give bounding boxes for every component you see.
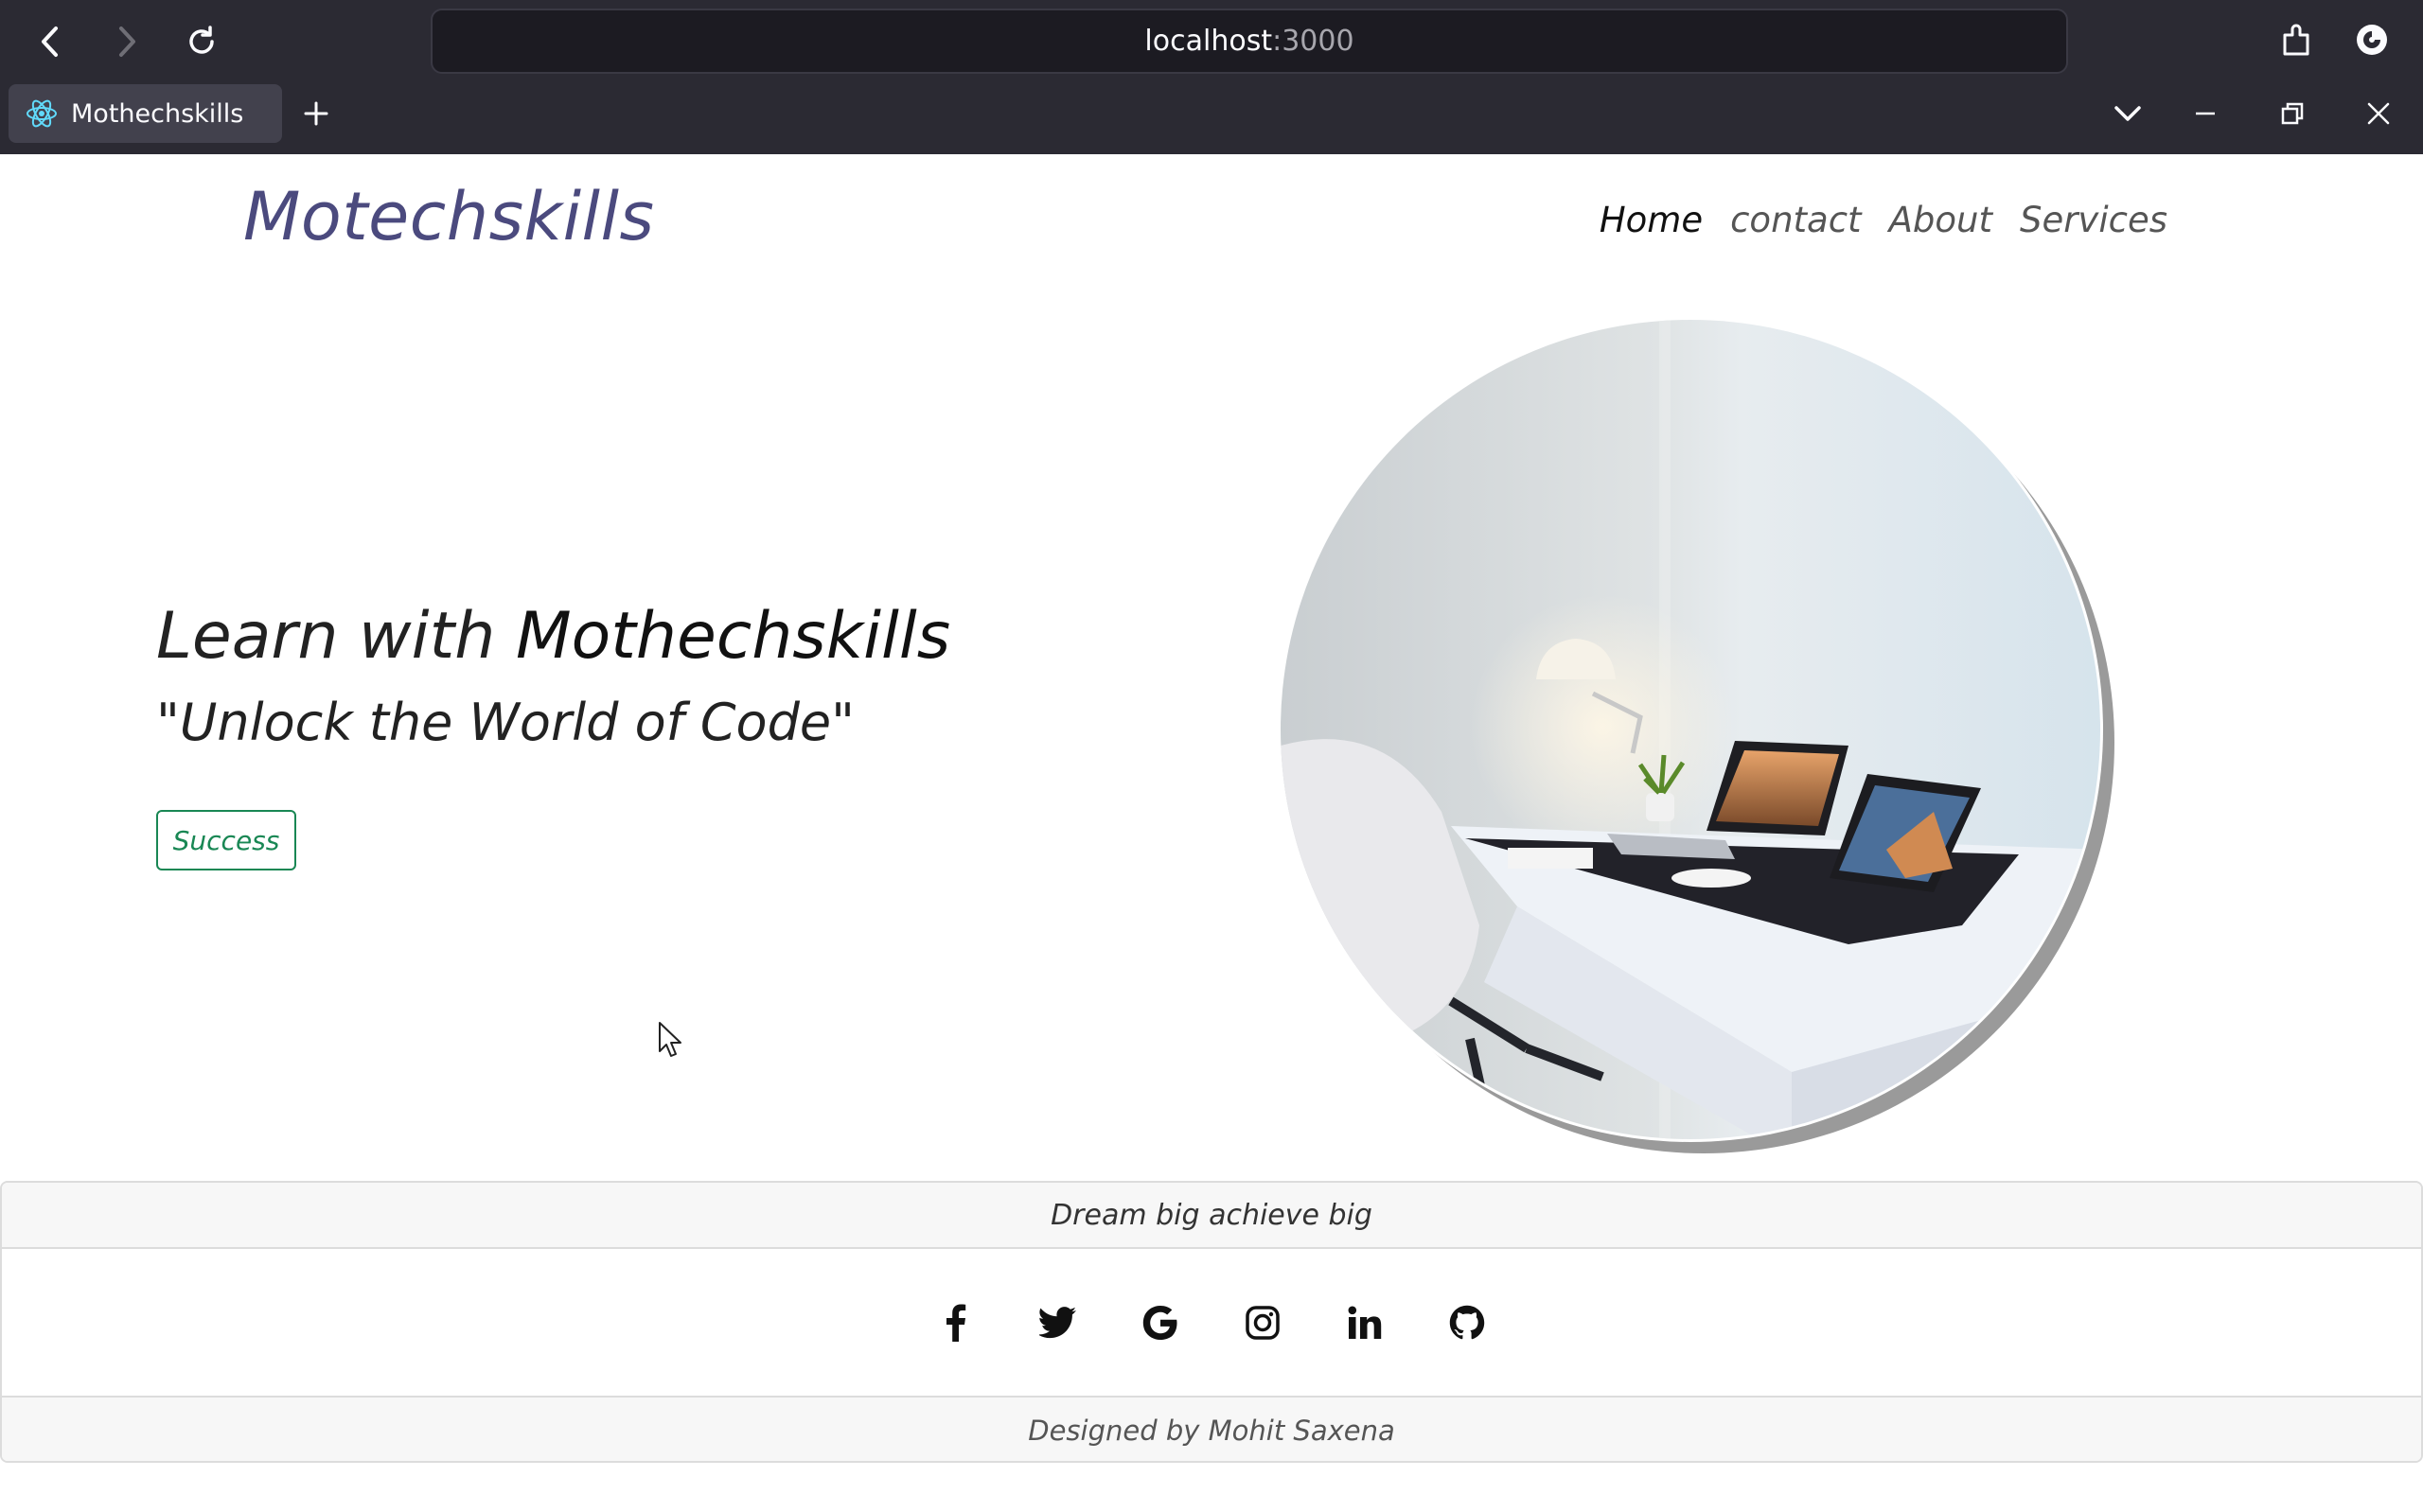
facebook-link[interactable]: [932, 1299, 980, 1346]
url-host: localhost: [1144, 25, 1273, 58]
instagram-link[interactable]: [1239, 1299, 1286, 1346]
forward-icon: [119, 26, 135, 57]
nav-services[interactable]: Services: [2020, 200, 2167, 240]
google-link[interactable]: [1137, 1299, 1184, 1346]
reload-button[interactable]: [175, 15, 228, 68]
nav-about[interactable]: About: [1889, 200, 1992, 240]
account-icon: [2357, 25, 2387, 55]
hero-subtitle: "Unlock the World of Code": [156, 693, 855, 752]
url-port: :3000: [1272, 25, 1354, 58]
nav-home[interactable]: Home: [1600, 200, 1703, 240]
reload-icon: [189, 26, 214, 54]
footer-credit: Designed by Mohit Saxena: [2, 1396, 2421, 1461]
tab-title: Mothechskills: [71, 98, 244, 129]
facebook-icon: [946, 1304, 966, 1342]
social-links: [2, 1249, 2421, 1396]
forward-button[interactable]: [99, 15, 152, 68]
account-button[interactable]: [2345, 13, 2398, 66]
tab-list-icon: [2114, 106, 2141, 121]
active-tab[interactable]: Mothechskills: [9, 84, 282, 143]
extensions-button[interactable]: [2270, 13, 2323, 66]
mouse-cursor: [659, 1022, 681, 1057]
minimize-button[interactable]: [2177, 87, 2234, 140]
back-icon: [42, 26, 58, 57]
nav-contact[interactable]: contact: [1730, 200, 1861, 240]
google-icon: [1142, 1305, 1177, 1340]
site-brand[interactable]: Motechskills: [243, 178, 654, 255]
linkedin-icon: [1348, 1306, 1382, 1339]
plus-icon: [304, 101, 328, 126]
restore-icon: [2281, 102, 2304, 125]
restore-button[interactable]: [2264, 87, 2321, 140]
url-bar[interactable]: localhost:3000: [431, 9, 2068, 74]
react-icon: [27, 99, 57, 128]
main-nav: Home contact About Services: [1600, 200, 2167, 240]
page-content: Motechskills Home contact About Services…: [0, 154, 2423, 1512]
close-window-button[interactable]: [2350, 87, 2407, 140]
twitter-icon: [1039, 1306, 1076, 1338]
back-button[interactable]: [25, 15, 78, 68]
hero-title: Learn with Mothechskills: [156, 599, 950, 674]
footer-tagline: Dream big achieve big: [2, 1183, 2421, 1249]
github-link[interactable]: [1443, 1299, 1491, 1346]
close-icon: [2367, 102, 2390, 125]
tab-list-button[interactable]: [2099, 87, 2156, 140]
extensions-icon: [2283, 24, 2309, 56]
linkedin-link[interactable]: [1341, 1299, 1388, 1346]
github-icon: [1449, 1305, 1485, 1339]
hero-title-brand: Mothechskills: [515, 599, 951, 674]
new-tab-button[interactable]: [290, 87, 343, 140]
minimize-icon: [2196, 112, 2215, 115]
footer-card: Dream big achieve big Designed by Mohit …: [0, 1181, 2423, 1463]
hero-title-prefix: Learn with: [156, 599, 516, 674]
twitter-link[interactable]: [1035, 1299, 1082, 1346]
success-button[interactable]: Success: [156, 810, 296, 870]
hero-workspace-image: [1281, 320, 2114, 1153]
browser-chrome: localhost:3000 Mothechskills: [0, 0, 2423, 154]
instagram-icon: [1246, 1305, 1280, 1340]
